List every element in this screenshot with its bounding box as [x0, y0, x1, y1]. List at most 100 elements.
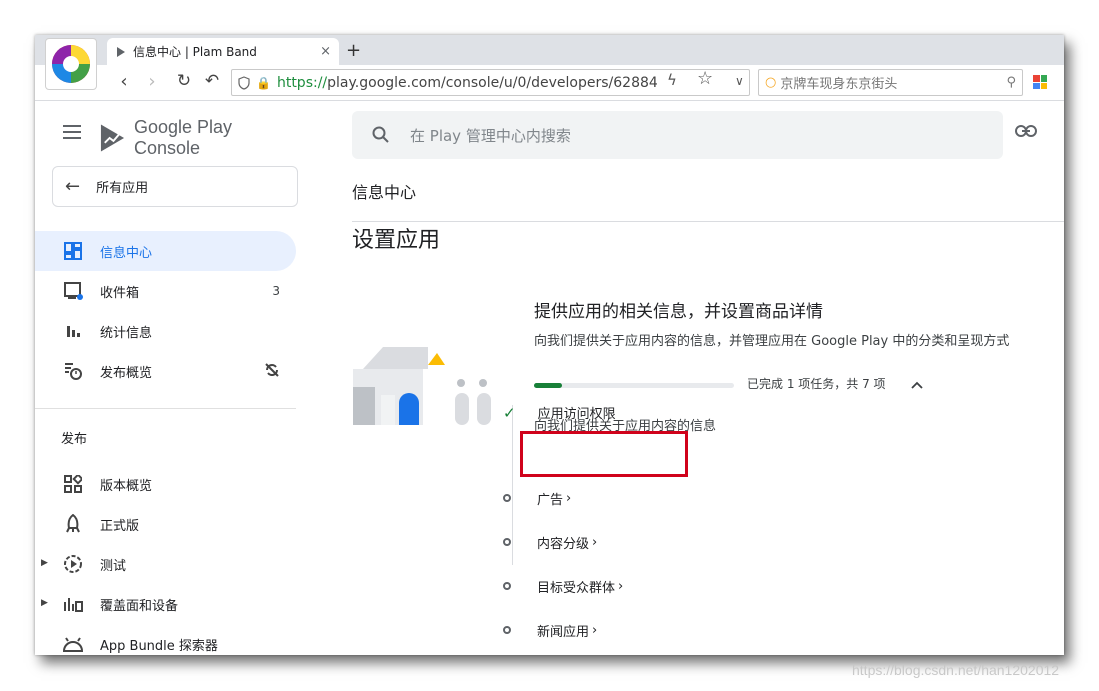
- setup-illustration: [353, 347, 491, 425]
- search-icon[interactable]: ⚲: [1006, 75, 1016, 90]
- sidebar-divider: [35, 408, 296, 409]
- sidebar-item-label: 发布概览: [100, 365, 153, 381]
- tab-bar: 信息中心 | Plam Band × +: [35, 35, 1064, 65]
- sidebar-item-testing[interactable]: 测试: [35, 544, 296, 584]
- dashboard-icon: [35, 242, 100, 260]
- section-label-release: 发布: [61, 432, 88, 447]
- sidebar-item-reach-devices[interactable]: 覆盖面和设备: [35, 584, 296, 624]
- highlight-box: [520, 431, 688, 477]
- breadcrumb: 信息中心: [352, 183, 417, 202]
- address-bar: ‹ › ↻ ↶ 🔒 https:// play.google.com/conso…: [35, 65, 1064, 101]
- main-content: 在 Play 管理中心内搜索 信息中心 设置应用 提供应用的相关信息，并设置商品…: [297, 101, 1064, 655]
- task-target-audience[interactable]: 目标受众群体 ›: [495, 574, 623, 598]
- shield-icon: [238, 75, 250, 90]
- task-label: 广告: [537, 492, 564, 508]
- sidebar-item-production[interactable]: 正式版: [35, 504, 296, 544]
- link-icon[interactable]: [1015, 125, 1037, 137]
- browser-search-field[interactable]: ○ 京牌车现身东京街头 ⚲: [758, 69, 1023, 96]
- search-icon: [372, 126, 389, 143]
- star-icon[interactable]: ☆: [697, 68, 713, 89]
- search-engine-icon: ○: [765, 75, 777, 90]
- brand-text: Google Play Console: [133, 117, 233, 158]
- pending-dot-icon: [503, 626, 511, 634]
- progress-fill: [534, 383, 562, 388]
- chevron-right-icon: ›: [566, 490, 572, 506]
- all-apps-label: 所有应用: [96, 181, 149, 196]
- sidebar-item-dashboard[interactable]: 信息中心: [35, 231, 296, 271]
- undo-icon[interactable]: ↶: [201, 71, 223, 91]
- inbox-count-badge: 3: [272, 284, 280, 298]
- chevron-up-icon[interactable]: [911, 378, 923, 392]
- pending-dot-icon: [503, 494, 511, 502]
- hamburger-menu-icon[interactable]: [63, 125, 81, 143]
- publishing-overview-icon: [35, 361, 100, 381]
- chevron-right-icon: ›: [592, 534, 598, 550]
- back-icon[interactable]: ‹: [113, 71, 135, 92]
- task-label: 目标受众群体: [537, 580, 616, 596]
- release-overview-icon: [35, 475, 100, 493]
- watermark: https://blog.csdn.net/han1202012: [852, 662, 1060, 678]
- card-description: 向我们提供关于应用内容的信息，并管理应用在 Google Play 中的分类和呈…: [534, 334, 1010, 349]
- sidebar-item-label: 信息中心: [100, 245, 153, 261]
- task-label: 应用访问权限: [537, 407, 616, 422]
- chevron-right-icon: ›: [592, 622, 598, 638]
- browser-tab[interactable]: 信息中心 | Plam Band ×: [107, 38, 339, 65]
- google-play-console-logo[interactable]: Google Play Console: [99, 117, 297, 159]
- task-content-rating[interactable]: 内容分级 ›: [495, 530, 597, 554]
- play-console-logo-icon: [100, 124, 125, 152]
- inbox-icon: [35, 281, 100, 301]
- task-news-app[interactable]: 新闻应用 ›: [495, 618, 597, 642]
- production-icon: [35, 514, 100, 534]
- sidebar: Google Play Console ← 所有应用 信息中心 收件箱 3 统计…: [35, 101, 298, 655]
- pending-dot-icon: [503, 538, 511, 546]
- play-console: Google Play Console ← 所有应用 信息中心 收件箱 3 统计…: [35, 101, 1064, 655]
- url-text: play.google.com/console/u/0/developers/6…: [327, 74, 658, 91]
- forward-icon[interactable]: ›: [141, 71, 163, 92]
- apps-grid-icon[interactable]: [1033, 75, 1047, 89]
- sidebar-item-publishing-overview[interactable]: 发布概览: [35, 351, 296, 391]
- task-ads[interactable]: 广告 ›: [495, 486, 571, 510]
- lightning-icon[interactable]: ϟ: [667, 71, 677, 89]
- new-tab-button[interactable]: +: [346, 40, 361, 61]
- sidebar-item-label: 版本概览: [100, 478, 153, 494]
- task-label: 新闻应用: [537, 624, 590, 640]
- card-title: 提供应用的相关信息，并设置商品详情: [534, 302, 823, 322]
- tab-close-icon[interactable]: ×: [320, 44, 331, 59]
- progress-bar: [534, 383, 734, 388]
- sidebar-item-inbox[interactable]: 收件箱 3: [35, 271, 296, 311]
- sidebar-item-label: 测试: [100, 558, 127, 574]
- browser-search-text: 京牌车现身东京街头: [780, 77, 898, 92]
- browser-window: 信息中心 | Plam Band × + ‹ › ↻ ↶ 🔒 https:// …: [35, 35, 1064, 655]
- sync-disabled-icon: [264, 362, 280, 381]
- sidebar-item-statistics[interactable]: 统计信息: [35, 311, 296, 351]
- sidebar-item-label: 统计信息: [100, 325, 153, 341]
- bar-chart-icon: [35, 323, 100, 339]
- sidebar-item-label: 收件箱: [100, 285, 140, 301]
- sidebar-item-label: 正式版: [100, 518, 140, 534]
- sidebar-item-label: 覆盖面和设备: [100, 598, 179, 614]
- chevron-down-icon[interactable]: ∨: [735, 74, 744, 88]
- testing-icon: [35, 554, 100, 574]
- console-search-input[interactable]: 在 Play 管理中心内搜索: [352, 111, 1003, 159]
- sidebar-item-app-bundle-explorer[interactable]: App Bundle 探索器: [35, 624, 296, 655]
- check-icon: ✓: [503, 403, 516, 422]
- task-app-access[interactable]: ✓ 应用访问权限: [497, 403, 616, 423]
- sidebar-item-label: App Bundle 探索器: [100, 638, 218, 654]
- header-divider: [352, 221, 1064, 222]
- page-title: 设置应用: [352, 228, 441, 253]
- all-apps-button[interactable]: ← 所有应用: [52, 166, 298, 207]
- lock-icon: 🔒: [256, 75, 271, 90]
- task-label: 内容分级: [537, 536, 590, 552]
- reload-icon[interactable]: ↻: [173, 71, 195, 91]
- app-bundle-icon: [35, 635, 100, 653]
- url-protocol: https://: [276, 74, 328, 91]
- progress-text: 已完成 1 项任务，共 7 项: [747, 377, 886, 391]
- browser-logo: [45, 38, 97, 90]
- chevron-right-icon: ›: [618, 578, 624, 594]
- play-console-tab-icon: [117, 46, 125, 57]
- arrow-left-icon: ←: [65, 176, 81, 197]
- reach-devices-icon: [35, 596, 100, 612]
- sidebar-item-release-overview[interactable]: 版本概览: [35, 464, 296, 504]
- tab-title: 信息中心 | Plam Band: [133, 45, 257, 59]
- search-placeholder: 在 Play 管理中心内搜索: [410, 126, 571, 145]
